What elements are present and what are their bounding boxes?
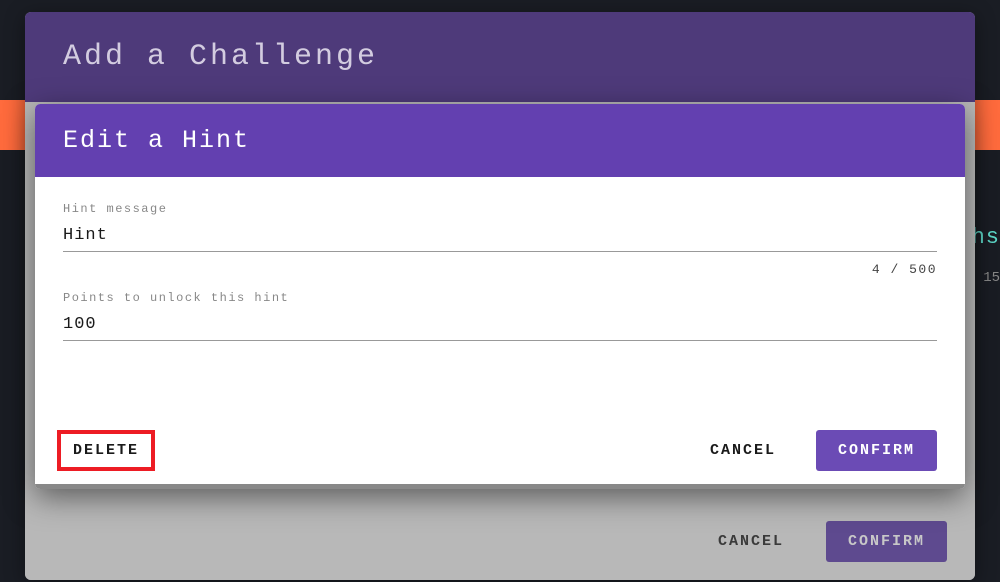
hint-message-counter: 4 / 500 — [63, 262, 937, 277]
hint-message-field: Hint message — [63, 202, 937, 252]
confirm-button[interactable]: CONFIRM — [826, 521, 947, 562]
edit-hint-title: Edit a Hint — [63, 126, 937, 155]
points-input[interactable] — [63, 311, 937, 341]
backdrop-partial-text-2: 15 — [983, 270, 1000, 286]
points-field: Points to unlock this hint — [63, 291, 937, 341]
edit-hint-body: Hint message 4 / 500 Points to unlock th… — [35, 177, 965, 365]
edit-hint-header: Edit a Hint — [35, 104, 965, 177]
cancel-button[interactable]: CANCEL — [688, 430, 798, 471]
add-challenge-title: Add a Challenge — [63, 40, 937, 74]
add-challenge-header: Add a Challenge — [25, 12, 975, 106]
scrollbar[interactable] — [35, 484, 965, 489]
delete-button[interactable]: DELETE — [57, 430, 155, 471]
backdrop-partial-text: hs — [972, 225, 1000, 250]
hint-message-label: Hint message — [63, 202, 937, 216]
confirm-button[interactable]: CONFIRM — [816, 430, 937, 471]
edit-hint-actions: DELETE CANCEL CONFIRM — [57, 430, 937, 471]
points-label: Points to unlock this hint — [63, 291, 937, 305]
edit-hint-modal: Edit a Hint Hint message 4 / 500 Points … — [35, 104, 965, 489]
cancel-button[interactable]: CANCEL — [696, 521, 806, 562]
hint-message-input[interactable] — [63, 222, 937, 252]
add-challenge-actions: CANCEL CONFIRM — [696, 521, 947, 562]
